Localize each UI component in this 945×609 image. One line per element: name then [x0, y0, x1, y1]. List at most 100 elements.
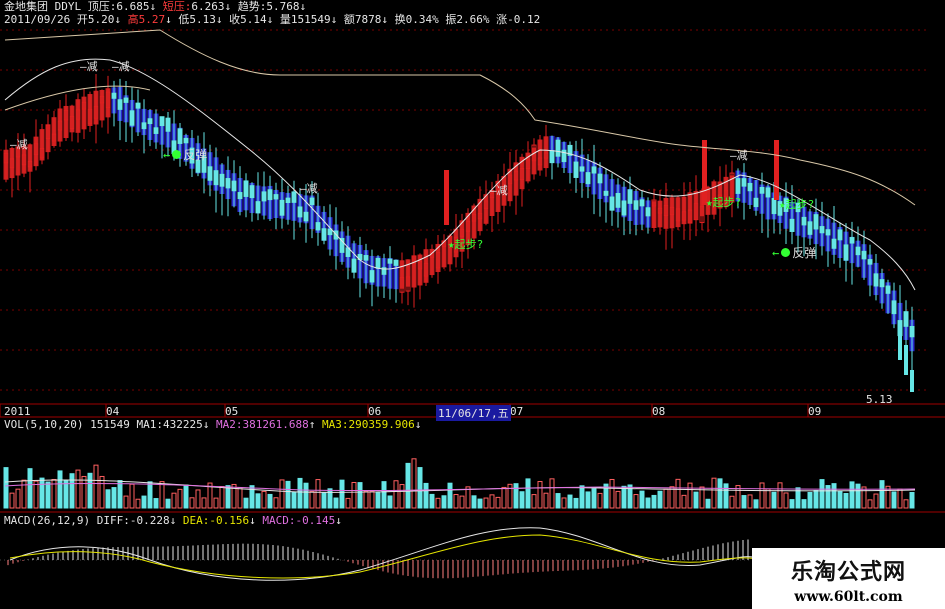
indicator-name: DDYL: [54, 0, 82, 13]
sell-marker-icon: —: [80, 60, 87, 73]
volume-bar: [441, 495, 447, 509]
candle-body: [639, 199, 645, 207]
candle-body: [273, 194, 279, 200]
volume-bar: [423, 482, 429, 509]
x-tick-07: 07: [510, 405, 524, 418]
volume-bar: [705, 498, 711, 509]
close-label: 收: [229, 13, 241, 26]
sell-signal-4: —减: [300, 180, 318, 196]
green-dot-icon: [172, 150, 182, 159]
sell-marker-icon: —: [300, 182, 307, 195]
volume-bar: [381, 481, 387, 509]
volume-bar: [567, 494, 573, 509]
arrow-down-icon: ↓: [114, 13, 121, 26]
volume-bar: [243, 497, 249, 509]
vol-title: VOL(5,10,20): [4, 418, 84, 431]
arrow-down-icon: ↓: [299, 0, 307, 13]
candle-body: [165, 117, 171, 132]
change-value: -0.12: [507, 13, 541, 26]
volume-bar: [813, 490, 819, 509]
start-label: 起步?: [454, 238, 484, 251]
volume-bar: [753, 499, 759, 509]
volume-bar: [519, 491, 525, 509]
volume-bar: [117, 480, 123, 509]
candle-body: [363, 255, 369, 261]
sell-signal-label: 减: [118, 60, 130, 73]
candle-body: [891, 300, 897, 315]
candle-body: [261, 191, 267, 202]
amount-value: 7878: [354, 13, 382, 26]
candle-body: [849, 237, 855, 244]
sell-signal-label: 减: [16, 138, 28, 151]
spike-candle: [774, 140, 779, 200]
x-tick-09: 09: [808, 405, 822, 418]
volume-bar: [45, 481, 51, 509]
macd-label: MACD:: [262, 514, 296, 527]
candle-body: [771, 198, 777, 215]
candle-body: [903, 311, 909, 327]
sell-signal-label: 减: [736, 149, 748, 162]
candle-body: [885, 285, 891, 294]
tail-candle: [898, 330, 902, 360]
volume-bar: [591, 488, 597, 509]
candle-body: [303, 211, 309, 222]
volume-bar: [303, 482, 309, 509]
sell-signal-6: —减: [730, 147, 748, 163]
volume-bar: [645, 497, 651, 509]
high-value: 5.27: [138, 13, 166, 26]
volume-bar: [333, 497, 339, 509]
candle-body: [909, 325, 915, 338]
candle-body: [627, 189, 633, 204]
volume-bar: [165, 498, 171, 509]
top-res-label: 顶压:: [87, 0, 117, 13]
volume-bar: [27, 468, 33, 509]
volume-bar: [657, 490, 663, 509]
diff-label: DIFF:: [96, 514, 130, 527]
volume-bar: [579, 485, 585, 509]
candle-body: [633, 200, 639, 210]
sell-marker-icon: —: [112, 60, 119, 73]
watermark-logo: 乐淘公式网 www.60lt.com: [752, 548, 945, 609]
candle-body: [597, 173, 603, 184]
candle-body: [243, 180, 249, 197]
green-dot-icon: [781, 248, 791, 257]
volume-bar: [525, 478, 531, 509]
arrow-left-icon: ←: [163, 148, 171, 162]
volume-bar: [153, 498, 159, 509]
arrow-down-icon: ↓: [149, 0, 157, 13]
spike-candle: [444, 170, 449, 225]
arrow-down-icon: ↓: [215, 13, 223, 26]
volume-bar: [357, 482, 363, 509]
volume-bar: [375, 492, 381, 509]
sell-signal-label: 减: [496, 184, 508, 197]
short-res-label: 短压:: [162, 0, 192, 13]
volume-bar: [651, 494, 657, 509]
turnover-value: 0.34%: [405, 13, 439, 26]
volume-bar: [843, 492, 849, 509]
x-tick-08: 08: [652, 405, 666, 418]
candle-body: [141, 122, 147, 130]
start-label: 起步?: [785, 198, 815, 211]
arrow-down-icon: ↓: [266, 13, 274, 26]
candle-body: [393, 259, 399, 266]
candle-body: [825, 229, 831, 236]
candle-body: [153, 127, 159, 134]
sell-signal-5: —减: [490, 182, 508, 198]
candle-body: [855, 246, 861, 256]
volume-bar: [69, 473, 75, 509]
candle-body: [249, 185, 255, 199]
candle-body: [285, 197, 291, 204]
candle-body: [255, 201, 261, 214]
candle-body: [609, 196, 615, 211]
volume-bar: [741, 495, 747, 509]
volume-bar: [63, 480, 69, 509]
sell-signal-label: 减: [306, 182, 318, 195]
candle-body: [831, 238, 837, 249]
volume-bar: [225, 485, 231, 509]
start-signal-3: ★起步?: [779, 196, 814, 212]
arrow-down-icon: ↓: [381, 13, 388, 26]
arrow-down-icon: ↓: [414, 418, 422, 431]
candle-body: [549, 150, 555, 164]
arrow-down-icon: ↓: [224, 0, 232, 13]
ma2-value: 381261.688: [242, 418, 309, 431]
